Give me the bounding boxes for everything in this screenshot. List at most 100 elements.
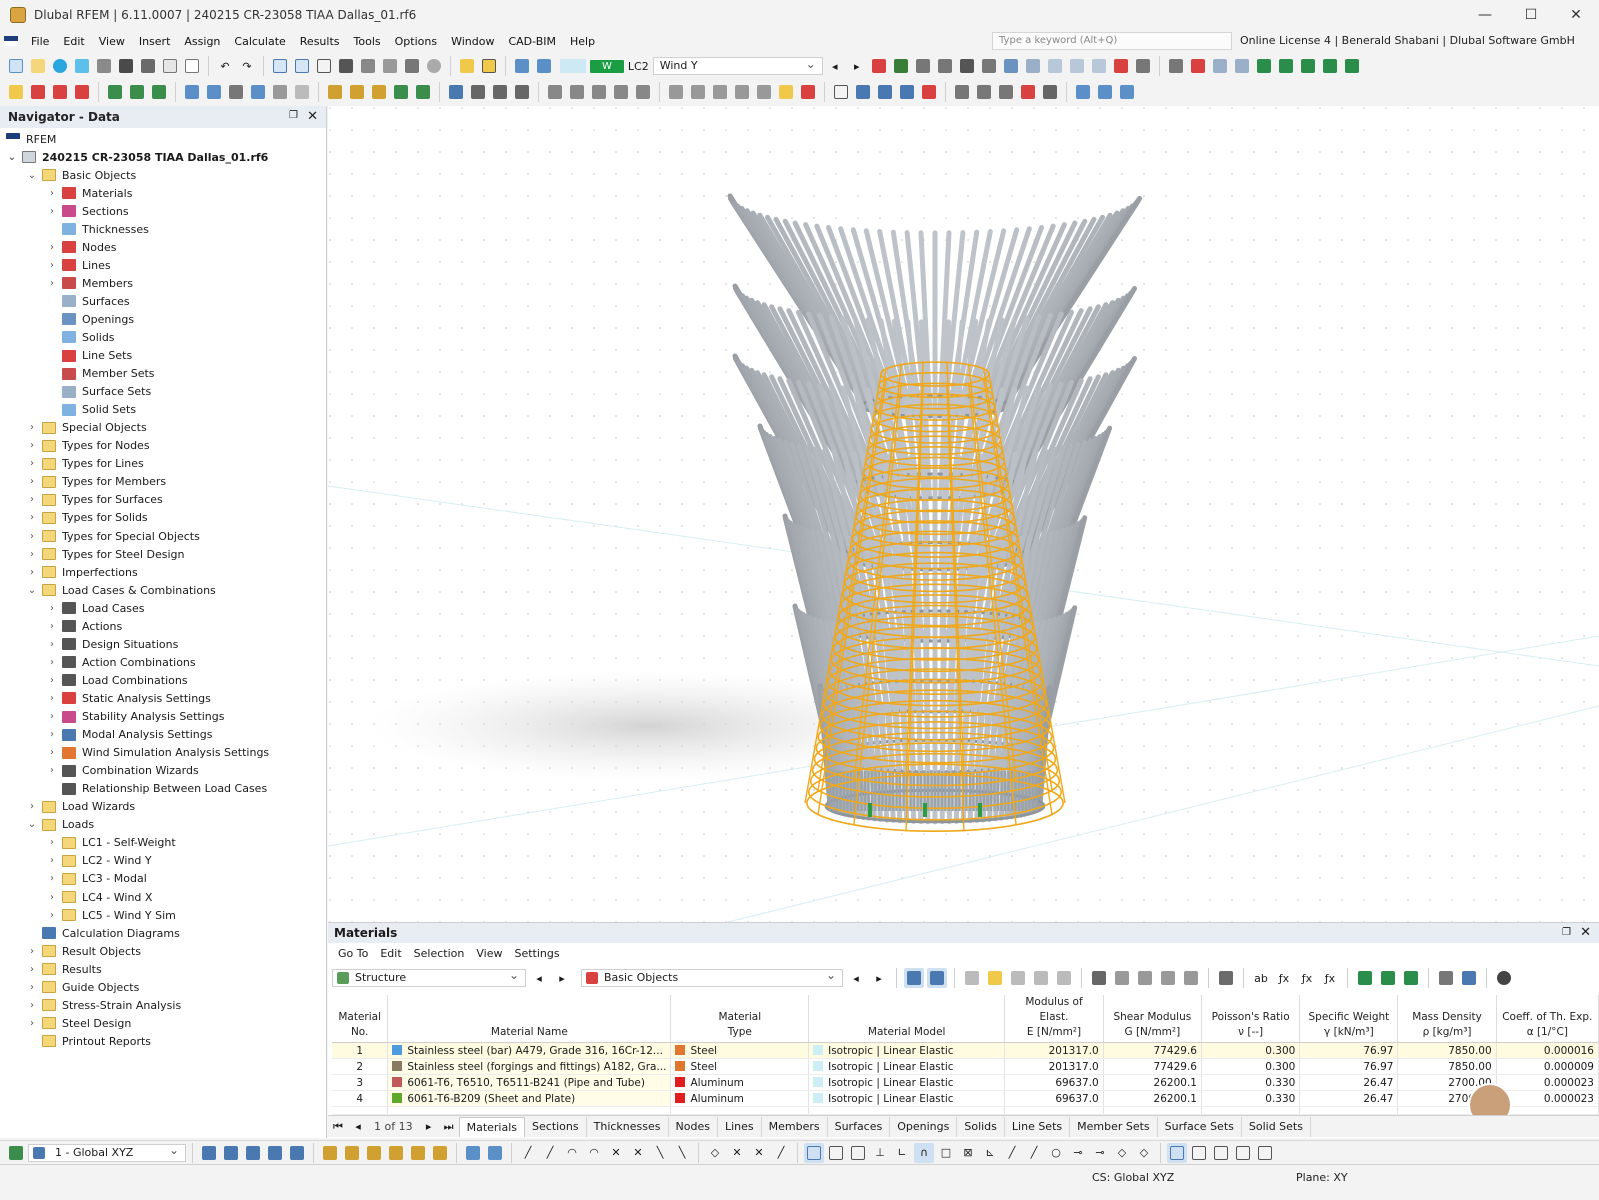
cell-type[interactable]: Steel — [670, 1042, 810, 1059]
tab-solids[interactable]: Solids — [957, 1116, 1005, 1137]
bt11-icon[interactable] — [430, 1143, 450, 1163]
bt5-icon[interactable] — [287, 1143, 307, 1163]
navigator-close-icon[interactable]: ✕ — [307, 109, 318, 124]
draw-x2-icon[interactable]: ✕ — [628, 1143, 648, 1163]
measure-icon[interactable] — [1111, 56, 1131, 76]
dim5-icon[interactable] — [413, 82, 433, 102]
tree-item-wind-simulation-analysis-settings[interactable]: › Wind Simulation Analysis Settings — [46, 744, 269, 762]
wind-load-icon[interactable] — [292, 82, 312, 102]
line-support-icon[interactable] — [979, 56, 999, 76]
diamond-icon[interactable]: ◇ — [1112, 1143, 1132, 1163]
res2-icon[interactable] — [688, 82, 708, 102]
next-page-icon[interactable]: ▸ — [419, 1117, 439, 1137]
bt10-icon[interactable] — [408, 1143, 428, 1163]
cross-square-icon[interactable]: ⊠ — [958, 1143, 978, 1163]
tree-item-types-for-nodes[interactable]: › Types for Nodes — [26, 437, 150, 455]
excel3-icon[interactable] — [1401, 968, 1421, 988]
formula2-icon[interactable]: ƒx — [1297, 968, 1317, 988]
tree-item-lc4-wind-x[interactable]: › LC4 - Wind X — [46, 888, 152, 906]
draw-arc2-icon[interactable]: ◠ — [584, 1143, 604, 1163]
tree-item-line-sets[interactable]: Line Sets — [46, 347, 132, 365]
tree-item-types-for-surfaces[interactable]: › Types for Surfaces — [26, 491, 163, 509]
tree-item-result-objects[interactable]: › Result Objects — [26, 942, 141, 960]
materials-menu-settings[interactable]: Settings — [508, 947, 565, 960]
tbl2-icon[interactable] — [985, 968, 1005, 988]
tbl5-icon[interactable] — [1054, 968, 1074, 988]
people-icon[interactable] — [105, 82, 125, 102]
draw-arc-icon[interactable]: ◠ — [562, 1143, 582, 1163]
render3-icon[interactable] — [919, 82, 939, 102]
cell-nu[interactable]: 0.300 — [1201, 1042, 1301, 1059]
cell-model[interactable]: Isotropic | Linear Elastic — [808, 1042, 1006, 1059]
text-icon[interactable]: ab — [1251, 968, 1271, 988]
surface-load-icon[interactable] — [226, 82, 246, 102]
box2-icon[interactable] — [1067, 56, 1087, 76]
cell-name[interactable]: Stainless steel (bar) A479, Grade 316, 1… — [387, 1042, 672, 1059]
lc-prev-arrow-icon[interactable]: ◂ — [825, 56, 845, 76]
dim2-icon[interactable] — [347, 82, 367, 102]
tree-item-steel-design[interactable]: › Steel Design — [26, 1014, 131, 1032]
chevron-right-icon[interactable]: › — [26, 476, 38, 487]
axes3-icon[interactable] — [1298, 56, 1318, 76]
coordinate-system-combo[interactable]: 1 - Global XYZ — [28, 1142, 186, 1162]
tree-item-types-for-special-objects[interactable]: › Types for Special Objects — [26, 527, 200, 545]
free-load-icon[interactable] — [270, 82, 290, 102]
cell-nu[interactable]: 0.300 — [1201, 1058, 1301, 1075]
chevron-right-icon[interactable]: › — [26, 549, 38, 560]
export-icon[interactable] — [1135, 968, 1155, 988]
cell-alpha[interactable]: 0.000009 — [1496, 1058, 1599, 1075]
view-grid5-icon[interactable] — [1255, 1143, 1275, 1163]
materials-menu-edit[interactable]: Edit — [374, 947, 407, 960]
col-specific-weight[interactable]: Specific Weight γ [kN/m³] — [1299, 995, 1399, 1043]
move-right-icon[interactable] — [1181, 968, 1201, 988]
load-wizard-icon[interactable] — [457, 56, 477, 76]
grid-snap-icon[interactable] — [831, 82, 851, 102]
bt6-icon[interactable] — [320, 1143, 340, 1163]
diamond2-icon[interactable]: ◇ — [1134, 1143, 1154, 1163]
tab-member-sets[interactable]: Member Sets — [1070, 1116, 1158, 1137]
bt12-icon[interactable] — [463, 1143, 483, 1163]
save-icon[interactable] — [116, 56, 136, 76]
table-row-empty[interactable] — [332, 1106, 1599, 1115]
decimals-icon[interactable] — [1459, 968, 1479, 988]
cell-nu[interactable]: 0.330 — [1201, 1090, 1301, 1107]
chevron-right-icon[interactable]: › — [26, 982, 38, 993]
chevron-right-icon[interactable]: › — [46, 693, 58, 704]
table-row[interactable]: 4 6061-T6-B209 (Sheet and Plate) Aluminum I… — [332, 1090, 1599, 1107]
tab-materials[interactable]: Materials — [458, 1116, 526, 1137]
cell-G[interactable]: 26200.1 — [1103, 1090, 1202, 1107]
tree-item-solid-sets[interactable]: Solid Sets — [46, 401, 136, 419]
maximize-button[interactable]: ☐ — [1508, 0, 1554, 30]
layers-icon[interactable] — [380, 56, 400, 76]
cell-gamma[interactable]: 76.97 — [1299, 1058, 1399, 1075]
tree-item-imperfections[interactable]: › Imperfections — [26, 563, 138, 581]
member-hinge-icon[interactable] — [935, 56, 955, 76]
cell-no[interactable]: 4 — [332, 1090, 389, 1107]
view-icon[interactable] — [1001, 56, 1021, 76]
cell-rho[interactable]: 7850.00 — [1397, 1058, 1497, 1075]
chevron-right-icon[interactable]: › — [46, 278, 58, 289]
deform5-icon[interactable] — [633, 82, 653, 102]
box-icon[interactable] — [1045, 56, 1065, 76]
layer-b-icon[interactable] — [1095, 82, 1115, 102]
close-button[interactable]: ✕ — [1553, 0, 1599, 30]
chevron-right-icon[interactable]: › — [46, 657, 58, 668]
menu-options[interactable]: Options — [388, 35, 444, 48]
magnet-icon[interactable]: ∩ — [914, 1142, 934, 1163]
tree-item-surfaces[interactable]: Surfaces — [46, 292, 130, 310]
tab-solid-sets[interactable]: Solid Sets — [1242, 1116, 1311, 1137]
tab-openings[interactable]: Openings — [890, 1116, 958, 1137]
dim4-icon[interactable] — [391, 82, 411, 102]
basic-objects-combo[interactable]: Basic Objects — [581, 967, 843, 987]
tree-item-lines[interactable]: › Lines — [46, 256, 111, 274]
tree-item-modal-analysis-settings[interactable]: › Modal Analysis Settings — [46, 726, 212, 744]
move-left-icon[interactable] — [1158, 968, 1178, 988]
draw-3-icon[interactable]: ╲ — [650, 1143, 670, 1163]
filter-icon[interactable] — [446, 82, 466, 102]
tab-members[interactable]: Members — [762, 1116, 828, 1137]
navigator-pin-icon[interactable]: ❐ — [289, 110, 298, 121]
col-material-no[interactable]: Material No. — [332, 995, 389, 1043]
snap3-icon[interactable]: ✕ — [749, 1143, 769, 1163]
materials-pin-icon[interactable]: ❐ — [1562, 927, 1571, 938]
cell-model[interactable]: Isotropic | Linear Elastic — [808, 1090, 1006, 1107]
